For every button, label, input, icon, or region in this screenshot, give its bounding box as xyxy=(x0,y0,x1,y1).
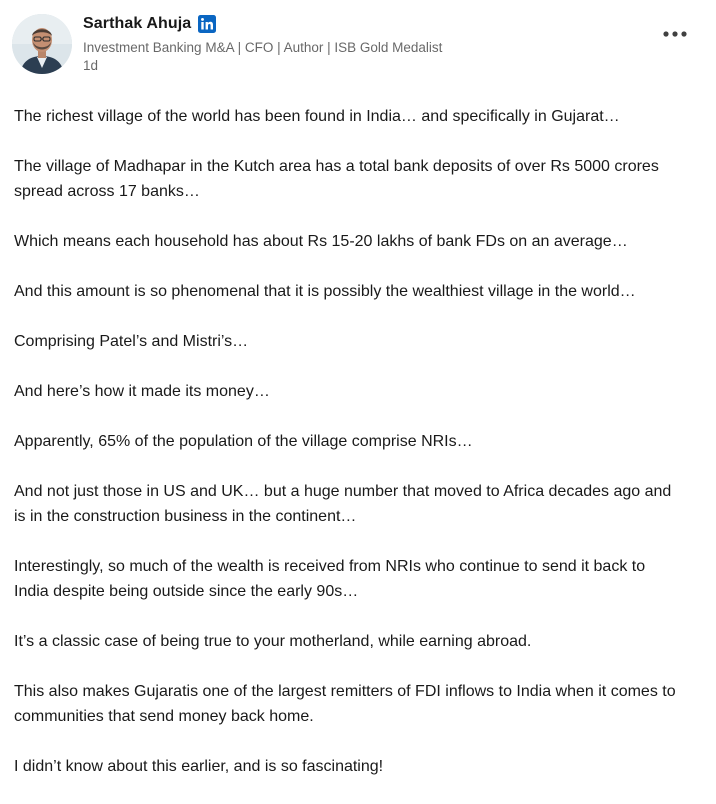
post-paragraph: Comprising Patel’s and Mistri’s… xyxy=(14,333,249,350)
post-body: The richest village of the world has bee… xyxy=(14,104,710,804)
post-paragraph: This also makes Gujaratis one of the lar… xyxy=(14,683,676,725)
avatar-image xyxy=(12,14,72,74)
linkedin-icon xyxy=(198,15,217,33)
post-paragraph: Interestingly, so much of the wealth is … xyxy=(14,558,646,600)
post-paragraph: Which means each household has about Rs … xyxy=(14,233,628,250)
author-name-row: Sarthak Ahuja xyxy=(83,12,442,36)
feed-post: Sarthak Ahuja Investment Banking M&A | C… xyxy=(0,0,716,798)
post-paragraph: It’s a classic case of being true to you… xyxy=(14,633,532,650)
avatar[interactable] xyxy=(12,14,72,74)
post-paragraph: And here’s how it made its money… xyxy=(14,383,270,400)
more-options-button[interactable] xyxy=(660,22,690,46)
post-paragraph: And not just those in US and UK… but a h… xyxy=(14,483,672,525)
more-options-icon xyxy=(663,31,687,37)
post-paragraph: The richest village of the world has bee… xyxy=(14,108,620,125)
post-actor: Sarthak Ahuja Investment Banking M&A | C… xyxy=(83,12,442,75)
post-paragraph: I didn’t know about this earlier, and is… xyxy=(14,758,384,775)
post-paragraph: Apparently, 65% of the population of the… xyxy=(14,433,473,450)
post-timestamp: 1d xyxy=(83,58,99,73)
post-paragraph: The village of Madhapar in the Kutch are… xyxy=(14,158,659,200)
author-headline: Investment Banking M&A | CFO | Author | … xyxy=(83,40,443,55)
post-header: Sarthak Ahuja Investment Banking M&A | C… xyxy=(12,12,704,82)
author-name[interactable]: Sarthak Ahuja xyxy=(83,15,191,33)
post-paragraph: And this amount is so phenomenal that it… xyxy=(14,283,636,300)
